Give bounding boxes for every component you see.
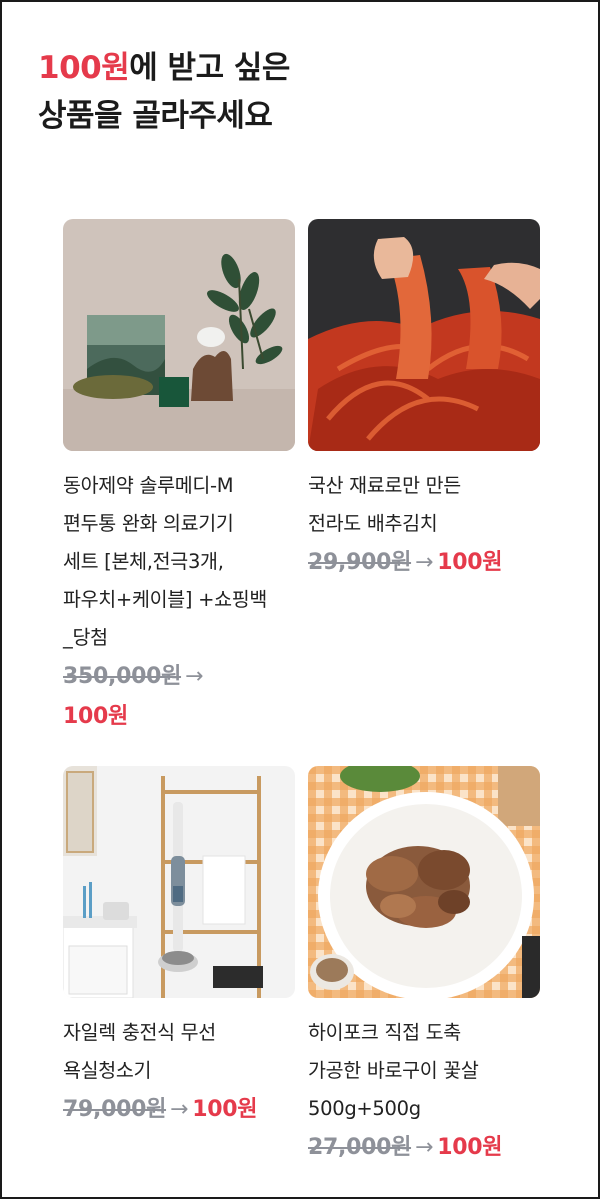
original-price: 350,000원 [63,664,182,689]
medical-device-icon [63,219,295,451]
product-image-pork[interactable] [308,766,540,998]
product-name-line: 자일렉 충전식 무선 [63,1021,216,1044]
product-info-3: 자일렉 충전식 무선 욕실청소기 79,000원 → 100원 [63,1014,303,1130]
product-image-kimchi[interactable] [308,219,540,451]
kimchi-icon [308,219,540,451]
original-price: 79,000원 [63,1097,167,1122]
arrow-icon: → [415,1135,434,1160]
product-image-cleaner[interactable] [63,766,295,998]
product-info-4: 하이포크 직접 도축 가공한 바로구이 꽃살 500g+500g 27,000원… [308,1014,548,1168]
original-price: 29,900원 [308,550,412,575]
headline-price: 100원 [38,50,130,86]
product-name-line: 파우치+케이블] +쇼핑백 [63,588,268,611]
screen-frame: 100원에 받고 싶은 상품을 골라주세요 동아제약 솔루메디-M 편두통 완화… [0,0,600,1199]
sale-price: 100원 [192,1097,258,1122]
product-name-line: 편두통 완화 의료기기 [63,512,234,535]
cleaner-icon [63,766,295,998]
product-name-line: 가공한 바로구이 꽃살 [308,1059,479,1082]
price-line-2: 100원 [63,697,303,737]
product-info-2: 국산 재료로만 만든 전라도 배추김치 29,900원 → 100원 [308,467,548,583]
product-name-line: 욕실청소기 [63,1059,152,1082]
arrow-icon: → [185,664,204,689]
original-price: 27,000원 [308,1135,412,1160]
pork-icon [308,766,540,998]
headline-line1: 에 받고 싶은 [129,50,290,86]
price-line: 79,000원 → 100원 [63,1090,303,1130]
product-name-line: 500g+500g [308,1097,421,1120]
product-name-line: 국산 재료로만 만든 [308,474,461,497]
sale-price: 100원 [437,1135,503,1160]
price-line: 350,000원 → [63,657,303,697]
product-name-line: 세트 [본체,전극3개, [63,550,224,573]
sale-price: 100원 [437,550,503,575]
price-line: 27,000원 → 100원 [308,1128,548,1168]
product-image-medical-device[interactable] [63,219,295,451]
product-name-line: _당첨 [63,626,108,649]
arrow-icon: → [415,550,434,575]
sale-price: 100원 [63,704,128,729]
product-name-line: 하이포크 직접 도축 [308,1021,461,1044]
arrow-icon: → [170,1097,189,1122]
product-name-line: 전라도 배추김치 [308,512,438,535]
page-title: 100원에 받고 싶은 상품을 골라주세요 [38,44,290,140]
product-info-1: 동아제약 솔루메디-M 편두통 완화 의료기기 세트 [본체,전극3개, 파우치… [63,467,303,737]
product-name-line: 동아제약 솔루메디-M [63,474,234,497]
headline-line2: 상품을 골라주세요 [38,98,273,134]
price-line: 29,900원 → 100원 [308,543,548,583]
